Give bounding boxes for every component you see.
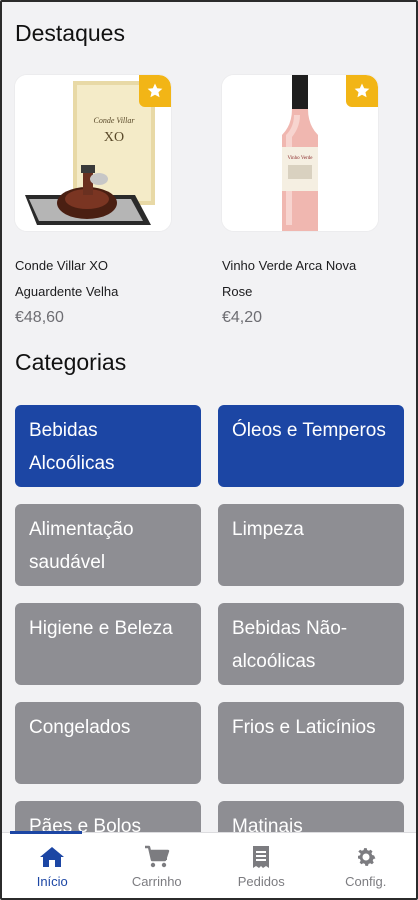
tab-label: Config. (345, 874, 387, 889)
svg-text:Vinho Verde: Vinho Verde (287, 156, 313, 161)
product-image[interactable]: Vinho Verde (222, 75, 378, 231)
star-icon (354, 83, 370, 98)
category-oleos-e-temperos[interactable]: Óleos e Temperos (218, 405, 404, 487)
featured-product-card[interactable]: Vinho Verde Vinho Verde Arca Nova Rose €… (222, 75, 378, 327)
featured-product-card[interactable]: Conde Villar XO Conde Villar XO Aguarden… (15, 75, 171, 327)
gear-icon (357, 848, 376, 866)
product-name[interactable]: Conde Villar XO Aguardente Velha (15, 253, 171, 305)
category-limpeza[interactable]: Limpeza (218, 504, 404, 586)
category-higiene-e-beleza[interactable]: Higiene e Beleza (15, 603, 201, 685)
tab-config[interactable]: Config. (314, 833, 418, 900)
svg-text:Conde Villar: Conde Villar (94, 116, 136, 125)
featured-star-badge[interactable] (139, 75, 171, 107)
featured-section-title: Destaques (15, 20, 125, 46)
category-congelados[interactable]: Congelados (15, 702, 201, 784)
category-paes-e-bolos[interactable]: Pães e Bolos (15, 801, 201, 832)
product-price: €4,20 (222, 309, 263, 326)
bottom-tab-bar: Início Carrinho Pedidos Config. (0, 831, 418, 900)
product-image[interactable]: Conde Villar XO (15, 75, 171, 231)
tab-label: Carrinho (131, 874, 182, 889)
tab-label: Pedidos (237, 874, 285, 889)
tab-pedidos[interactable]: Pedidos (209, 833, 314, 900)
star-icon (147, 83, 163, 98)
home-scroll-view[interactable]: Destaques Conde Villar XO Conde Villar X… (0, 0, 418, 832)
active-tab-indicator (10, 831, 82, 834)
tab-label: Início (36, 874, 68, 889)
svg-text:XO: XO (104, 130, 124, 145)
categories-section-title: Categorias (15, 349, 127, 375)
tab-carrinho[interactable]: Carrinho (105, 833, 210, 900)
product-price: €48,60 (15, 309, 64, 326)
tab-inicio[interactable]: Início (0, 833, 105, 900)
category-bebidas-nao-alcoolicas[interactable]: Bebidas Não-alcoólicas (218, 603, 404, 685)
category-alimentacao-saudavel[interactable]: Alimentação saudável (15, 504, 201, 586)
cart-icon (144, 845, 169, 868)
featured-star-badge[interactable] (346, 75, 378, 107)
category-bebidas-alcoolicas[interactable]: Bebidas Alcoólicas (15, 405, 201, 487)
product-name[interactable]: Vinho Verde Arca Nova Rose (222, 253, 378, 305)
home-icon (40, 847, 65, 867)
category-matinais[interactable]: Matinais (218, 801, 404, 832)
receipt-icon (253, 846, 270, 868)
category-frios-e-laticinios[interactable]: Frios e Laticínios (218, 702, 404, 784)
